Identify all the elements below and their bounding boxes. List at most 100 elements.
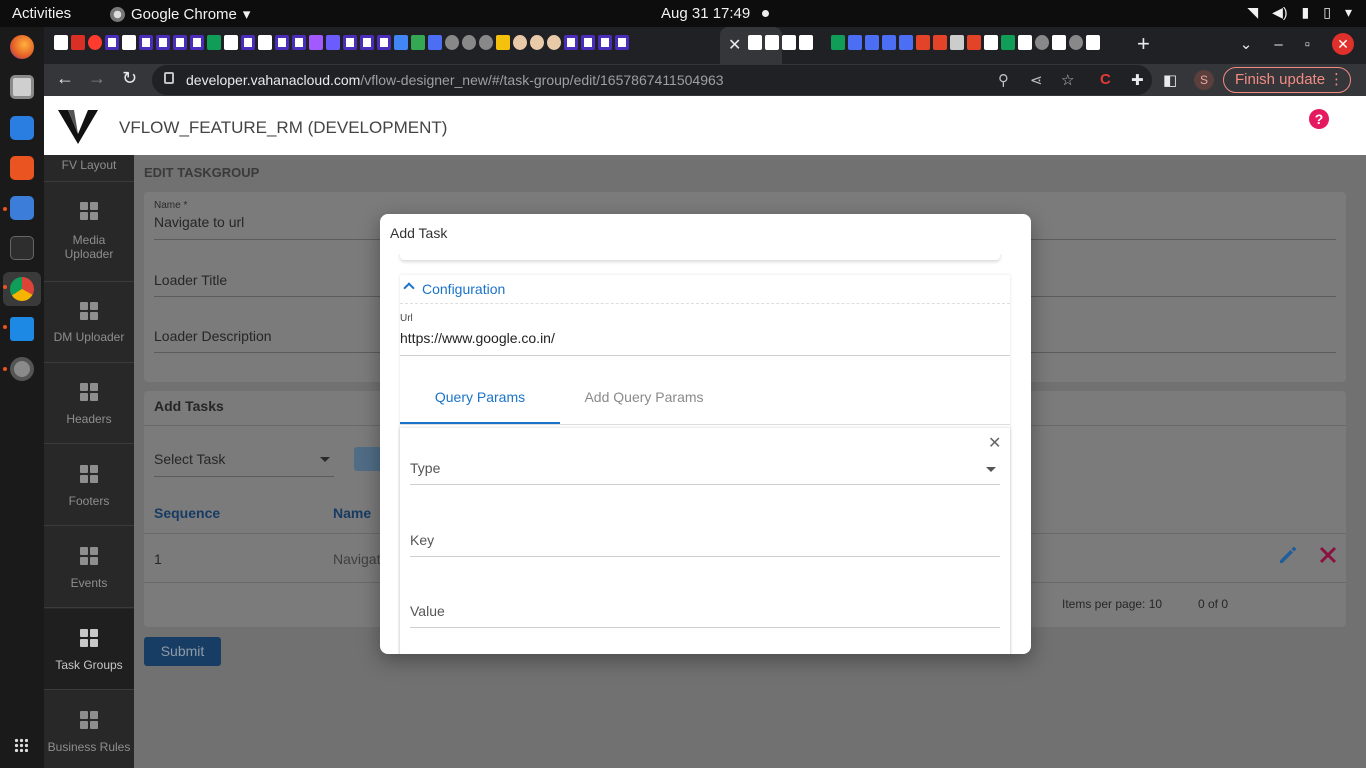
- tab-favicon[interactable]: [139, 35, 153, 50]
- tab-favicon[interactable]: [292, 35, 306, 50]
- url-field[interactable]: Url https://www.google.co.in/: [400, 311, 1010, 356]
- tab-favicon[interactable]: [1069, 35, 1083, 50]
- tab-favicon[interactable]: [377, 35, 391, 50]
- configuration-panel-header[interactable]: Configuration: [400, 275, 1010, 304]
- tab-favicon[interactable]: [190, 35, 204, 50]
- dialog-content[interactable]: Configuration Url https://www.google.co.…: [390, 254, 1021, 654]
- tab-add-query-params[interactable]: Add Query Params: [564, 377, 724, 424]
- close-icon[interactable]: ✕: [988, 433, 1001, 453]
- clock[interactable]: Aug 31 17:49: [661, 5, 750, 22]
- text-editor-icon[interactable]: [10, 196, 34, 220]
- tab-favicon[interactable]: [513, 35, 527, 50]
- finish-update-button[interactable]: Finish update ⋮: [1223, 67, 1351, 93]
- tab-favicon[interactable]: [748, 35, 762, 50]
- select-task-dropdown[interactable]: Select Task: [154, 451, 334, 477]
- tab-favicon[interactable]: [831, 35, 845, 50]
- vscode-icon[interactable]: [10, 317, 34, 341]
- tab-favicon[interactable]: [105, 35, 119, 50]
- profile-avatar[interactable]: S: [1194, 70, 1214, 90]
- tab-favicon[interactable]: [258, 35, 272, 50]
- writer-icon[interactable]: [10, 116, 34, 140]
- sidebar-item-media-uploader[interactable]: Media Uploader: [44, 182, 134, 282]
- tab-favicon[interactable]: [782, 35, 796, 50]
- tab-favicon[interactable]: [967, 35, 981, 50]
- key-input[interactable]: Key: [410, 527, 1000, 557]
- tab-favicon[interactable]: [799, 35, 813, 50]
- extensions-puzzle-icon[interactable]: ✚: [1131, 71, 1144, 89]
- sidebar-item-business-rules[interactable]: Business Rules: [44, 691, 134, 768]
- tab-favicon[interactable]: [615, 35, 629, 50]
- tab-favicon[interactable]: [309, 35, 323, 50]
- location-icon[interactable]: ⚲: [998, 71, 1009, 89]
- bookmark-star-icon[interactable]: ☆: [1061, 71, 1074, 89]
- tab-favicon[interactable]: [445, 35, 459, 50]
- tab-favicon[interactable]: [360, 35, 374, 50]
- column-header-sequence[interactable]: Sequence: [154, 505, 220, 521]
- tab-favicon[interactable]: [984, 35, 998, 50]
- files-icon[interactable]: [10, 75, 34, 99]
- type-dropdown[interactable]: Type: [410, 455, 1000, 485]
- tab-favicon[interactable]: [173, 35, 187, 50]
- back-icon[interactable]: ←: [56, 68, 74, 89]
- more-tabs[interactable]: [748, 35, 1100, 50]
- tab-favicon[interactable]: [547, 35, 561, 50]
- show-applications-icon[interactable]: [14, 738, 28, 752]
- tab-favicon[interactable]: [326, 35, 340, 50]
- tab-favicon[interactable]: [71, 35, 85, 50]
- tab-favicon[interactable]: [865, 35, 879, 50]
- tab-favicon[interactable]: [765, 35, 779, 50]
- minimize-icon[interactable]: –: [1274, 36, 1282, 53]
- tab-favicon[interactable]: [343, 35, 357, 50]
- sidebar-item-fv-layout[interactable]: FV Layout: [44, 100, 134, 182]
- tab-favicon[interactable]: [88, 35, 102, 50]
- tab-favicon[interactable]: [1086, 35, 1100, 50]
- share-icon[interactable]: ⋖: [1030, 71, 1043, 89]
- tab-favicon[interactable]: [411, 35, 425, 50]
- help-icon[interactable]: ?: [1309, 109, 1329, 129]
- column-header-name[interactable]: Name: [333, 505, 371, 521]
- tab-favicon[interactable]: [224, 35, 238, 50]
- tab-favicon[interactable]: [916, 35, 930, 50]
- tab-favicon[interactable]: [54, 35, 68, 50]
- reload-icon[interactable]: ↻: [122, 68, 137, 89]
- tab-favicon[interactable]: [479, 35, 493, 50]
- extension-icon[interactable]: C: [1100, 71, 1111, 88]
- pinned-tabs[interactable]: [54, 35, 629, 50]
- delete-x-icon[interactable]: [1317, 544, 1339, 566]
- url-text[interactable]: developer.vahanacloud.com/vflow-designer…: [186, 72, 724, 88]
- app-menu[interactable]: Google Chrome ▾: [110, 5, 250, 23]
- tab-favicon[interactable]: [933, 35, 947, 50]
- system-tray[interactable]: ◥ ◀) ▮ ▯ ▾: [1247, 4, 1352, 21]
- tab-favicon[interactable]: [394, 35, 408, 50]
- tab-favicon[interactable]: [581, 35, 595, 50]
- sidebar-item-footers[interactable]: Footers: [44, 445, 134, 526]
- tab-favicon[interactable]: [1052, 35, 1066, 50]
- tab-favicon[interactable]: [882, 35, 896, 50]
- tab-favicon[interactable]: [496, 35, 510, 50]
- sidebar-item-headers[interactable]: Headers: [44, 363, 134, 444]
- tab-search-icon[interactable]: ⌄: [1240, 35, 1253, 53]
- sidebar-item-task-groups[interactable]: Task Groups: [44, 609, 134, 690]
- window-close-icon[interactable]: ✕: [1332, 33, 1354, 55]
- tab-query-params[interactable]: Query Params: [400, 377, 560, 424]
- tab-favicon[interactable]: [122, 35, 136, 50]
- software-center-icon[interactable]: [10, 156, 34, 180]
- side-panel-icon[interactable]: ◧: [1163, 71, 1177, 89]
- tab-favicon[interactable]: [1018, 35, 1032, 50]
- sidebar-item-dm-uploader[interactable]: DM Uploader: [44, 282, 134, 363]
- tab-favicon[interactable]: [207, 35, 221, 50]
- tab-favicon[interactable]: [1035, 35, 1049, 50]
- tab-favicon[interactable]: [564, 35, 578, 50]
- tab-favicon[interactable]: [899, 35, 913, 50]
- items-per-page[interactable]: Items per page: 10: [1062, 597, 1162, 611]
- tab-favicon[interactable]: [275, 35, 289, 50]
- submit-button[interactable]: Submit: [144, 637, 221, 666]
- sidebar-item-events[interactable]: Events: [44, 527, 134, 608]
- forward-icon[interactable]: →: [88, 68, 106, 89]
- terminal-icon[interactable]: [10, 236, 34, 260]
- tab-favicon[interactable]: [598, 35, 612, 50]
- tab-favicon[interactable]: [428, 35, 442, 50]
- value-input[interactable]: Value: [410, 598, 1000, 628]
- address-bar[interactable]: developer.vahanacloud.com/vflow-designer…: [152, 65, 1152, 95]
- tab-favicon[interactable]: [848, 35, 862, 50]
